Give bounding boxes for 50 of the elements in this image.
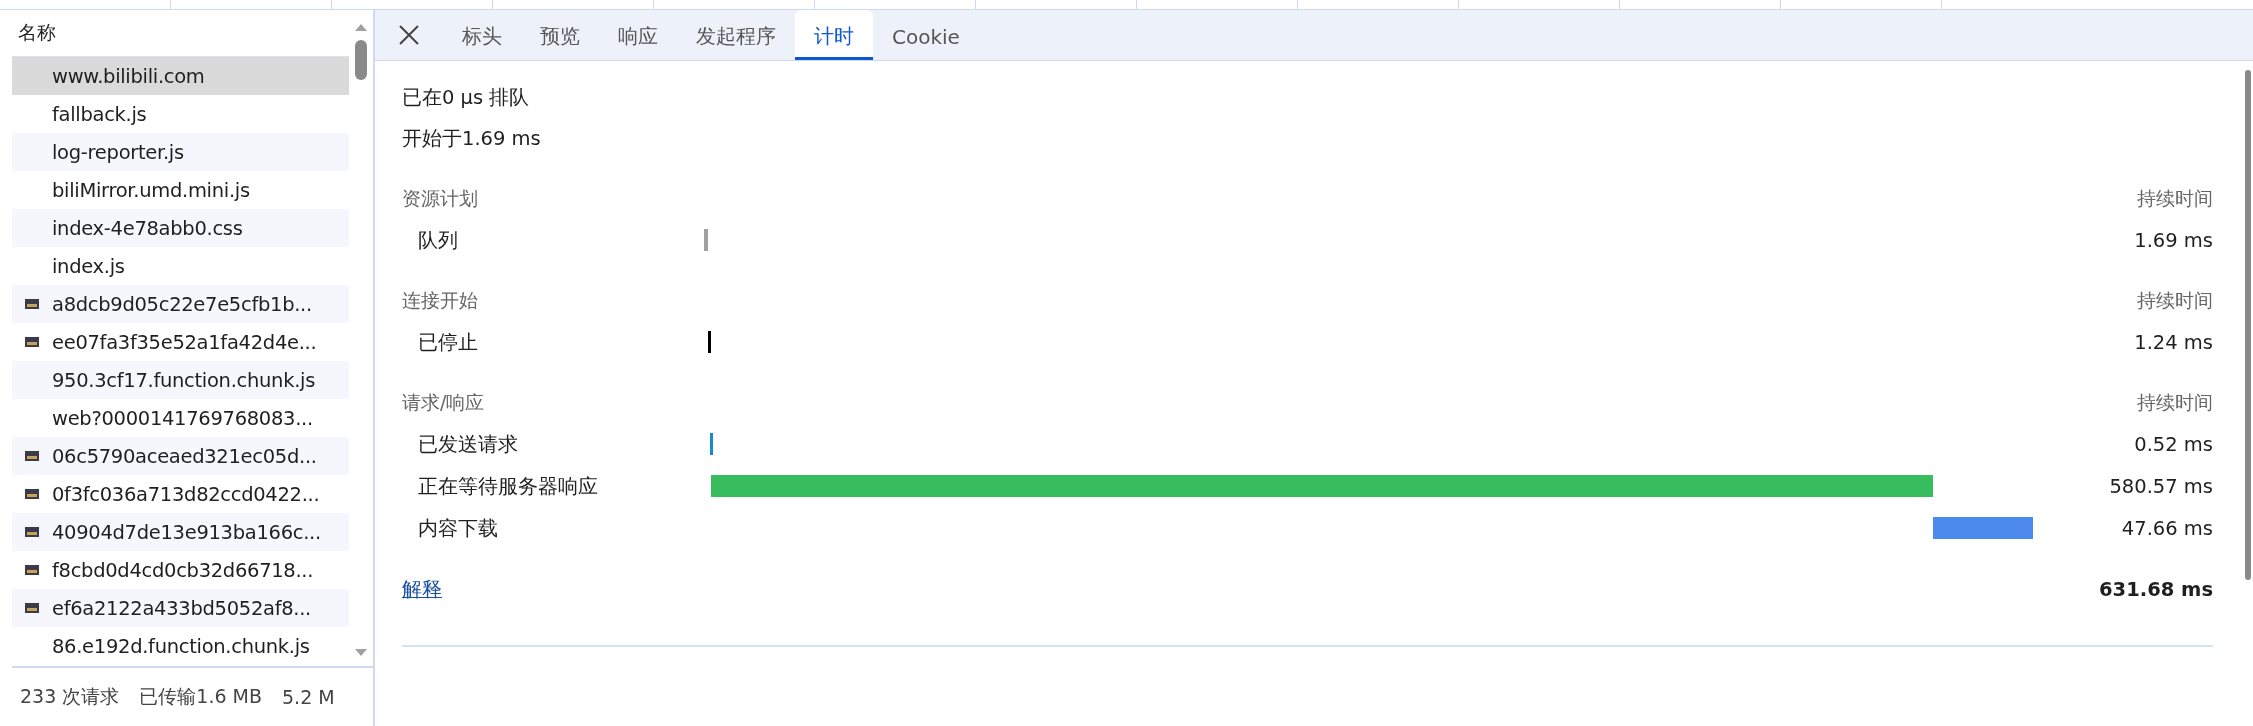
duration-header: 持续时间 [2137, 390, 2213, 415]
status-text: 已传输1.6 MB [139, 684, 262, 709]
tab[interactable]: 预览 [521, 10, 599, 60]
duration-value: 47.66 ms [2120, 516, 2213, 540]
image-thumbnail-icon [25, 489, 39, 499]
image-thumbnail-icon [25, 451, 39, 461]
request-row[interactable]: 06c5790aceaed321ec05d... [12, 437, 349, 475]
scrollbar[interactable] [2245, 70, 2251, 580]
timing-label: 内容下载 [417, 515, 499, 542]
duration-value: 1.69 ms [2133, 228, 2213, 252]
duration-value: 580.57 ms [2108, 474, 2213, 498]
status-text: 233 次请求 [20, 684, 120, 709]
summary-text: 开始于1.69 ms [402, 126, 541, 152]
image-thumbnail-icon [25, 603, 39, 613]
scroll-down-icon[interactable] [354, 648, 368, 658]
image-thumbnail-icon [25, 527, 39, 537]
summary-text: 已在0 μs 排队 [402, 85, 530, 111]
duration-value: 1.24 ms [2133, 330, 2213, 354]
tab[interactable]: 响应 [599, 10, 677, 60]
request-row[interactable]: 40904d7de13e913ba166c... [12, 513, 349, 551]
close-icon[interactable] [397, 23, 421, 47]
timing-label: 队列 [417, 227, 459, 254]
section-title: 资源计划 [402, 186, 478, 211]
request-row[interactable]: log-reporter.js [12, 133, 349, 171]
duration-value: 0.52 ms [2133, 432, 2213, 456]
image-thumbnail-icon [25, 299, 39, 309]
request-row[interactable]: www.bilibili.com [12, 57, 349, 95]
section-title: 请求/响应 [402, 390, 485, 415]
image-thumbnail-icon [25, 565, 39, 575]
timing-label: 已停止 [417, 329, 479, 356]
image-thumbnail-icon [25, 337, 39, 347]
tab[interactable]: Cookie [873, 10, 979, 60]
total-duration: 631.68 ms [2099, 577, 2213, 601]
duration-header: 持续时间 [2137, 186, 2213, 211]
request-row[interactable]: 950.3cf17.function.chunk.js [12, 361, 349, 399]
section-title: 连接开始 [402, 288, 478, 313]
timing-label: 正在等待服务器响应 [417, 473, 599, 500]
tab[interactable]: 计时 [795, 10, 873, 60]
duration-header: 持续时间 [2137, 288, 2213, 313]
request-row[interactable]: index-4e78abb0.css [12, 209, 349, 247]
timing-label: 已发送请求 [417, 431, 519, 458]
scrollbar-thumb[interactable] [355, 40, 367, 80]
tab[interactable]: 发起程序 [677, 10, 795, 60]
status-text: 5.2 M [282, 686, 335, 708]
explain-link[interactable]: 解释 [402, 575, 442, 603]
tab[interactable]: 标头 [443, 10, 521, 60]
request-row[interactable]: a8dcb9d05c22e7e5cfb1b... [12, 285, 349, 323]
column-header[interactable]: 名称 [18, 20, 56, 46]
scroll-up-icon[interactable] [354, 22, 368, 32]
request-row[interactable]: ef6a2122a433bd5052af8... [12, 589, 349, 627]
